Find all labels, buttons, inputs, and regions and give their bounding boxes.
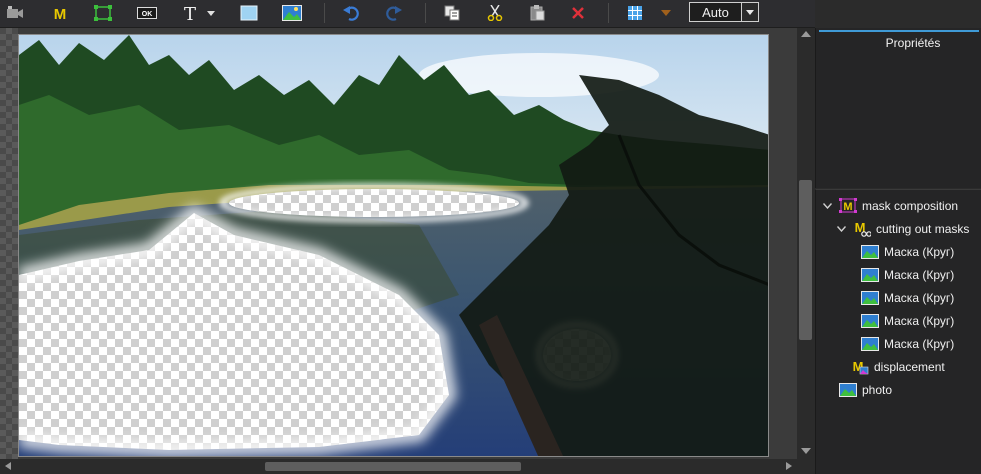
chevron-down-icon[interactable] bbox=[741, 3, 758, 21]
image-icon bbox=[861, 290, 879, 306]
text-tool-icon[interactable]: T bbox=[179, 3, 201, 23]
redo-icon[interactable] bbox=[383, 3, 405, 23]
image-icon bbox=[839, 382, 857, 398]
tree-item-mask-composition[interactable]: M mask composition bbox=[821, 195, 958, 217]
toolbar: M OK T Auto bbox=[0, 0, 815, 28]
scroll-down-icon[interactable] bbox=[801, 448, 811, 454]
object-tree: M mask composition M cutting out masks М… bbox=[815, 189, 981, 474]
svg-text:M: M bbox=[54, 6, 67, 20]
photo-preview bbox=[18, 34, 769, 457]
chevron-down-icon[interactable] bbox=[821, 200, 833, 212]
tree-item-photo[interactable]: photo bbox=[839, 379, 892, 401]
svg-text:M: M bbox=[843, 201, 852, 213]
tree-item-label: photo bbox=[862, 383, 893, 397]
image-icon bbox=[861, 244, 879, 260]
tree-item-label: Маска (Круг) bbox=[884, 291, 955, 305]
paste-icon[interactable] bbox=[526, 3, 548, 23]
scroll-left-icon[interactable] bbox=[5, 462, 11, 470]
tree-item-label: Маска (Круг) bbox=[884, 268, 955, 282]
image-icon[interactable] bbox=[281, 3, 303, 23]
dropdown-arrow-icon[interactable] bbox=[205, 3, 217, 23]
color-dropdown-icon[interactable] bbox=[657, 3, 675, 23]
tree-item-label: displacement bbox=[874, 360, 945, 374]
tree-item-label: Маска (Круг) bbox=[884, 245, 955, 259]
image-icon bbox=[861, 267, 879, 283]
selection-rect-icon[interactable] bbox=[92, 3, 114, 23]
tree-item-label: cutting out masks bbox=[876, 222, 970, 236]
image-icon bbox=[861, 336, 879, 352]
scroll-right-icon[interactable] bbox=[786, 462, 792, 470]
displacement-icon: M bbox=[851, 359, 869, 375]
tree-item-mask[interactable]: Маска (Круг) bbox=[861, 287, 954, 309]
tree-item-displacement[interactable]: M displacement bbox=[851, 356, 945, 378]
svg-text:T: T bbox=[184, 4, 196, 22]
svg-text:OK: OK bbox=[142, 11, 153, 18]
ok-button-icon[interactable]: OK bbox=[136, 3, 158, 23]
tree-item-label: Маска (Круг) bbox=[884, 337, 955, 351]
tab-properties[interactable]: Propriétés bbox=[819, 30, 979, 54]
rectangle-icon[interactable] bbox=[238, 3, 260, 23]
tree-item-label: mask composition bbox=[862, 199, 959, 213]
properties-panel: Propriétés bbox=[815, 28, 981, 188]
horizontal-scroll-thumb[interactable] bbox=[265, 462, 521, 471]
vertical-scrollbar[interactable] bbox=[797, 28, 815, 459]
copy-icon[interactable] bbox=[441, 3, 463, 23]
tree-item-mask[interactable]: Маска (Круг) bbox=[861, 333, 954, 355]
zoom-value: Auto bbox=[702, 4, 729, 20]
tree-item-cutting-out-masks[interactable]: M cutting out masks bbox=[835, 218, 969, 240]
transparency-background bbox=[0, 28, 18, 459]
horizontal-scrollbar[interactable] bbox=[0, 459, 797, 473]
tree-item-mask[interactable]: Маска (Круг) bbox=[861, 241, 954, 263]
tree-item-mask[interactable]: Маска (Круг) bbox=[861, 310, 954, 332]
zoom-select[interactable]: Auto bbox=[689, 2, 759, 22]
tree-item-mask[interactable]: Маска (Круг) bbox=[861, 264, 954, 286]
preview-canvas[interactable] bbox=[0, 28, 797, 459]
video-camera-icon[interactable] bbox=[4, 3, 26, 23]
undo-icon[interactable] bbox=[340, 3, 362, 23]
mask-m-icon[interactable]: M bbox=[49, 3, 71, 23]
vertical-scroll-thumb[interactable] bbox=[799, 180, 812, 340]
mask-cutout-icon: M bbox=[853, 221, 871, 237]
grid-icon[interactable] bbox=[624, 3, 646, 23]
mask-composition-icon: M bbox=[839, 198, 857, 214]
tree-item-label: Маска (Круг) bbox=[884, 314, 955, 328]
scroll-up-icon[interactable] bbox=[801, 31, 811, 37]
cut-icon[interactable] bbox=[484, 3, 506, 23]
svg-text:M: M bbox=[855, 221, 866, 235]
image-icon bbox=[861, 313, 879, 329]
delete-icon[interactable] bbox=[567, 3, 589, 23]
chevron-down-icon[interactable] bbox=[835, 223, 847, 235]
